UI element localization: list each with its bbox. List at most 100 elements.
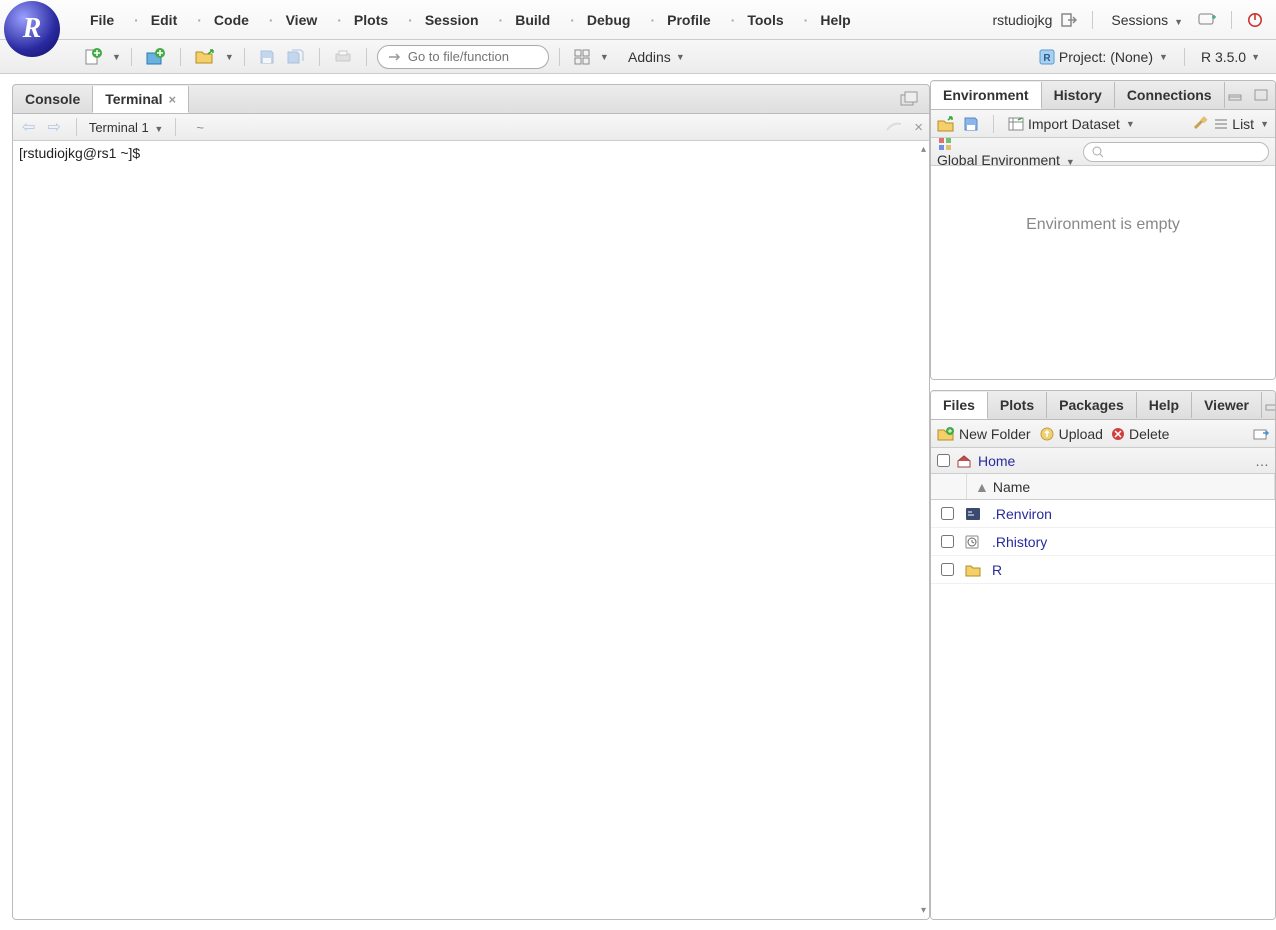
tab-viewer[interactable]: Viewer (1192, 392, 1262, 418)
menu-file[interactable]: File (80, 6, 124, 34)
clear-terminal-icon[interactable] (882, 117, 906, 137)
new-folder-button[interactable]: New Folder (937, 426, 1031, 442)
main-menus: File Edit Code View Plots Session Build … (80, 6, 861, 34)
global-toolbar: ▼ ▼ ▼ Addins ▼ R Project: (None) ▼ R 3.5… (0, 40, 1276, 74)
dropdown-icon[interactable]: ▼ (600, 52, 609, 62)
project-icon: R (1039, 49, 1055, 65)
close-icon[interactable]: × (169, 92, 177, 107)
breadcrumb-more-icon[interactable]: … (1255, 453, 1269, 469)
file-checkbox[interactable] (941, 563, 954, 576)
file-checkbox[interactable] (941, 535, 954, 548)
quit-icon[interactable] (1244, 9, 1266, 31)
tab-terminal[interactable]: Terminal × (93, 86, 189, 113)
new-session-icon[interactable] (1195, 10, 1219, 30)
env-toolbar: Import Dataset ▼ List ▼ (931, 110, 1275, 138)
menu-help[interactable]: Help (794, 6, 861, 34)
menu-plots[interactable]: Plots (327, 6, 398, 34)
sessions-dropdown[interactable]: Sessions ▼ (1105, 8, 1189, 32)
upload-button[interactable]: Upload (1039, 426, 1103, 442)
select-all-checkbox[interactable] (937, 454, 950, 467)
menu-view[interactable]: View (259, 6, 327, 34)
env-search[interactable] (1083, 142, 1269, 162)
import-dataset-dropdown[interactable]: Import Dataset ▼ (1008, 116, 1135, 132)
minimize-pane-icon[interactable] (1262, 396, 1276, 414)
terminal-toolbar: ⇦ ⇨ Terminal 1 ▼ ~ × (12, 113, 930, 141)
tab-environment[interactable]: Environment (931, 82, 1042, 109)
file-checkbox[interactable] (941, 507, 954, 520)
home-icon (956, 454, 972, 468)
save-workspace-icon[interactable] (963, 116, 979, 132)
maximize-pane-icon[interactable] (897, 88, 921, 110)
env-search-input[interactable] (1108, 145, 1260, 159)
svg-text:R: R (1043, 53, 1051, 64)
goto-input[interactable] (408, 49, 538, 64)
file-name[interactable]: .Renviron (992, 506, 1052, 522)
open-file-button[interactable] (191, 46, 219, 68)
dropdown-icon[interactable]: ▼ (112, 52, 121, 62)
menu-session[interactable]: Session (398, 6, 488, 34)
rename-button[interactable] (1253, 427, 1269, 441)
maximize-pane-icon[interactable] (1251, 86, 1271, 104)
rstudio-logo: R (4, 1, 60, 57)
terminal-prompt: [rstudiojkg@rs1 ~]$ (19, 145, 923, 161)
files-tabs: Files Plots Packages Help Viewer (931, 391, 1275, 420)
file-row: .Renviron (931, 500, 1275, 528)
sort-asc-icon: ▲ (975, 479, 989, 495)
save-all-button[interactable] (283, 46, 309, 68)
dropdown-icon[interactable]: ▼ (225, 52, 234, 62)
tab-files[interactable]: Files (931, 392, 988, 419)
new-folder-icon (937, 427, 955, 441)
addins-dropdown[interactable]: Addins ▼ (624, 46, 689, 68)
nav-back-icon[interactable]: ⇦ (19, 117, 38, 137)
file-row: R (931, 556, 1275, 584)
clear-env-icon[interactable] (1192, 116, 1208, 132)
grid-button[interactable] (570, 46, 594, 68)
terminal-body[interactable]: ▴ [rstudiojkg@rs1 ~]$ ▾ (12, 141, 930, 920)
tab-packages[interactable]: Packages (1047, 392, 1137, 418)
name-column-header[interactable]: ▲ Name (967, 474, 1275, 499)
files-toolbar: New Folder Upload Delete (931, 420, 1275, 448)
project-dropdown[interactable]: R Project: (None) ▼ (1033, 46, 1174, 68)
save-button[interactable] (255, 46, 279, 68)
menu-tools[interactable]: Tools (721, 6, 794, 34)
scope-icon (937, 138, 953, 152)
file-name[interactable]: .Rhistory (992, 534, 1047, 550)
left-pane-tabs: Console Terminal × (12, 84, 930, 113)
goto-arrow-icon (388, 51, 402, 63)
menu-build[interactable]: Build (489, 6, 561, 34)
scroll-up-icon[interactable]: ▴ (921, 144, 926, 155)
tab-history[interactable]: History (1042, 82, 1115, 108)
close-terminal-icon[interactable]: × (914, 119, 923, 136)
search-icon (1092, 146, 1103, 158)
upload-icon (1039, 427, 1055, 441)
sign-out-icon[interactable] (1058, 10, 1080, 30)
goto-file-function[interactable] (377, 45, 549, 69)
menu-edit[interactable]: Edit (124, 6, 187, 34)
breadcrumb-home[interactable]: Home (978, 453, 1015, 469)
tab-connections[interactable]: Connections (1115, 82, 1225, 108)
env-scope-row: Global Environment ▼ (931, 138, 1275, 166)
menu-code[interactable]: Code (187, 6, 259, 34)
new-project-button[interactable] (142, 45, 170, 69)
files-breadcrumb: Home … (931, 448, 1275, 474)
env-view-dropdown[interactable]: List ▼ (1214, 116, 1269, 132)
delete-button[interactable]: Delete (1111, 426, 1169, 442)
menu-debug[interactable]: Debug (560, 6, 640, 34)
separator (1092, 11, 1093, 29)
env-scope-dropdown[interactable]: Global Environment ▼ (937, 138, 1075, 166)
file-table-header: ▲ Name (931, 474, 1275, 500)
file-list: .Renviron .Rhistory R (931, 500, 1275, 919)
new-file-button[interactable] (80, 45, 106, 69)
tab-help[interactable]: Help (1137, 392, 1192, 418)
tab-plots[interactable]: Plots (988, 392, 1047, 418)
nav-forward-icon[interactable]: ⇨ (44, 117, 63, 137)
minimize-pane-icon[interactable] (1225, 86, 1245, 104)
scroll-down-icon[interactable]: ▾ (921, 905, 926, 916)
file-name[interactable]: R (992, 562, 1002, 578)
load-workspace-icon[interactable] (937, 116, 955, 132)
print-button[interactable] (330, 47, 356, 67)
tab-console[interactable]: Console (13, 86, 93, 112)
r-version-dropdown[interactable]: R 3.5.0 ▼ (1195, 46, 1266, 68)
menu-profile[interactable]: Profile (640, 6, 720, 34)
terminal-selector[interactable]: Terminal 1 ▼ (89, 120, 164, 135)
